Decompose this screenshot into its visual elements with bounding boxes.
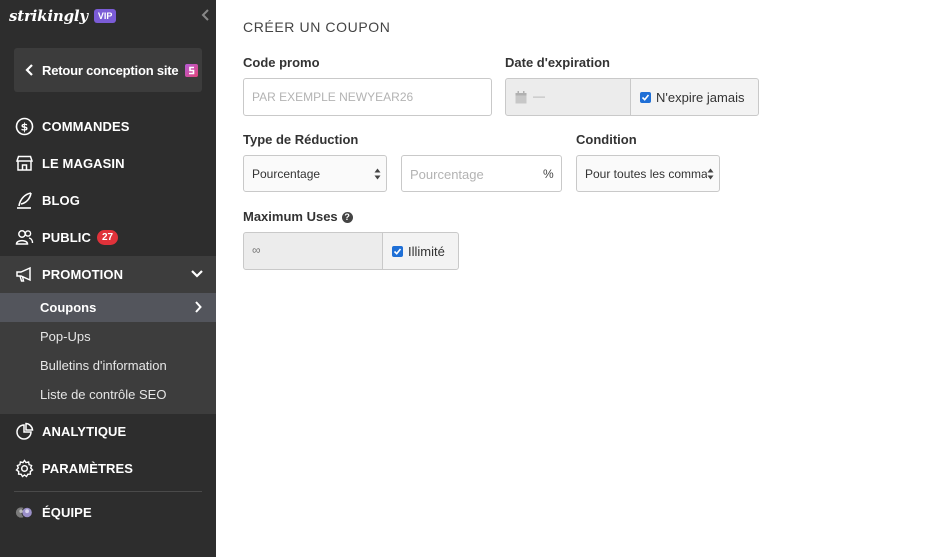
reduction-type-select[interactable]: Pourcentage (243, 155, 387, 192)
nav-item-store[interactable]: LE MAGASIN (0, 145, 216, 182)
condition-label: Condition (576, 132, 637, 147)
nav-item-promotion[interactable]: PROMOTION (0, 256, 216, 293)
check-icon (392, 245, 403, 257)
nav-item-audience[interactable]: PUBLIC 27 (0, 219, 216, 256)
nav-item-settings[interactable]: PARAMÈTRES (0, 450, 216, 487)
megaphone-icon (15, 265, 34, 284)
subnav-label: Liste de contrôle SEO (40, 387, 167, 402)
max-uses-value: ∞ (252, 243, 261, 257)
collapse-chevron-icon[interactable] (200, 8, 212, 22)
team-avatars-icon (15, 503, 34, 522)
nav-label: LE MAGASIN (42, 156, 125, 171)
percent-unit: % (543, 167, 554, 181)
users-icon (15, 228, 34, 247)
condition-select[interactable]: Pour toutes les commandes (576, 155, 720, 192)
max-uses-label: Maximum Uses (243, 209, 338, 224)
check-icon (640, 91, 651, 103)
percentage-input[interactable]: Pourcentage % (401, 155, 562, 192)
promo-code-placeholder: PAR EXEMPLE NEWYEAR26 (252, 90, 414, 104)
nav-label: ANALYTIQUE (42, 424, 127, 439)
nav-label: ÉQUIPE (42, 505, 92, 520)
never-expires-label: N'expire jamais (656, 89, 745, 105)
chevron-down-icon (191, 270, 203, 278)
subnav-item-seo-checklist[interactable]: Liste de contrôle SEO (0, 380, 216, 409)
calendar-icon (515, 91, 527, 104)
max-uses-label-row: Maximum Uses? (243, 209, 353, 224)
subnav-label: Coupons (40, 300, 97, 315)
brand[interactable]: strikingly VIP (9, 6, 117, 26)
page-title: CRÉER UN COUPON (243, 19, 391, 35)
nav-item-orders[interactable]: $ COMMANDES (0, 108, 216, 145)
brand-logo: strikingly (9, 7, 88, 25)
reduction-type-label: Type de Réduction (243, 132, 359, 147)
promo-code-input[interactable]: PAR EXEMPLE NEWYEAR26 (243, 78, 492, 116)
dollar-circle-icon: $ (15, 117, 34, 136)
pie-chart-icon (15, 422, 34, 441)
nav-item-team[interactable]: ÉQUIPE (0, 494, 216, 531)
promotion-subnav: Coupons Pop-Ups Bulletins d'information … (0, 293, 216, 414)
svg-text:$: $ (21, 121, 29, 134)
quill-icon (15, 191, 34, 210)
unlimited-label: Illimité (408, 243, 445, 259)
nav-label: PARAMÈTRES (42, 461, 134, 476)
back-button-label: Retour conception site (42, 62, 179, 78)
subnav-item-popups[interactable]: Pop-Ups (0, 322, 216, 351)
never-expires-checkbox[interactable]: N'expire jamais (630, 78, 759, 116)
chevron-left-icon (25, 64, 33, 76)
unlimited-checkbox[interactable]: Illimité (382, 232, 459, 270)
gear-icon (15, 459, 34, 478)
chevron-right-icon (195, 301, 202, 313)
max-uses-input[interactable]: ∞ (243, 232, 384, 270)
select-arrows-icon (374, 168, 381, 180)
app-window: strikingly VIP Retour conception site $ … (0, 0, 938, 557)
help-icon[interactable]: ? (341, 212, 353, 224)
audience-count-badge: 27 (97, 230, 119, 245)
reduction-type-value: Pourcentage (252, 167, 321, 181)
subnav-item-coupons[interactable]: Coupons (0, 293, 216, 322)
subnav-label: Bulletins d'information (40, 358, 167, 373)
nav-item-blog[interactable]: BLOG (0, 182, 216, 219)
percentage-placeholder: Pourcentage (410, 167, 484, 182)
vip-badge: VIP (93, 9, 117, 23)
expiry-date-placeholder: — (533, 89, 545, 103)
promo-code-label: Code promo (243, 55, 320, 70)
condition-value: Pour toutes les commandes (585, 167, 707, 181)
subnav-label: Pop-Ups (40, 329, 91, 344)
select-arrows-icon (707, 168, 714, 180)
nav-label: COMMANDES (42, 119, 130, 134)
store-icon (15, 154, 34, 173)
expiry-date-input[interactable]: — (505, 78, 632, 116)
main-content: CRÉER UN COUPON Code promo PAR EXEMPLE N… (216, 0, 938, 557)
nav-item-analytics[interactable]: ANALYTIQUE (0, 413, 216, 450)
subnav-item-newsletters[interactable]: Bulletins d'information (0, 351, 216, 380)
nav-label: BLOG (42, 193, 80, 208)
expiry-date-label: Date d'expiration (505, 55, 610, 70)
nav-label: PROMOTION (42, 267, 124, 282)
back-to-design-button[interactable]: Retour conception site (14, 48, 202, 92)
sidebar-divider (14, 491, 202, 492)
nav-label: PUBLIC (42, 230, 91, 245)
sidebar: strikingly VIP Retour conception site $ … (0, 0, 216, 557)
strikingly-s-icon (185, 63, 199, 77)
